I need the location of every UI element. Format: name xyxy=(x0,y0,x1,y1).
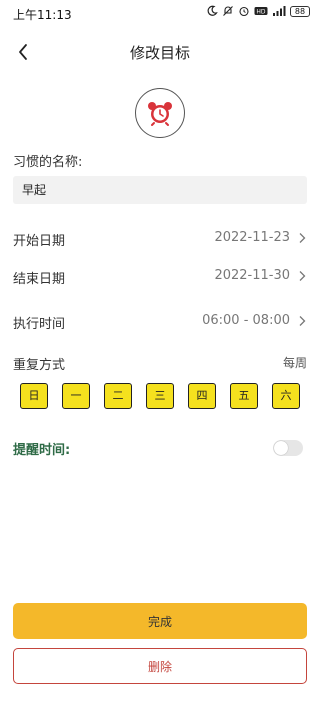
start-date-label: 开始日期 xyxy=(13,234,66,249)
start-date-row[interactable]: 开始日期 2022-11-23 xyxy=(0,224,320,252)
reminder-toggle[interactable] xyxy=(273,440,303,456)
header: 修改目标 xyxy=(0,32,320,70)
start-date-value: 2022-11-23 xyxy=(214,230,290,245)
page-title: 修改目标 xyxy=(129,44,190,62)
day-friday[interactable]: 五 xyxy=(230,383,258,409)
repeat-days: 日 一 二 三 四 五 六 xyxy=(20,383,300,409)
repeat-value[interactable]: 每周 xyxy=(283,354,307,371)
svg-text:HD: HD xyxy=(256,9,266,16)
day-sunday[interactable]: 日 xyxy=(20,383,48,409)
alarm-icon xyxy=(239,6,249,17)
day-tuesday[interactable]: 二 xyxy=(104,383,132,409)
day-saturday[interactable]: 六 xyxy=(272,383,300,409)
day-monday[interactable]: 一 xyxy=(62,383,90,409)
alarm-clock-icon xyxy=(148,102,172,126)
execution-time-label: 执行时间 xyxy=(13,317,66,332)
end-date-row[interactable]: 结束日期 2022-11-30 xyxy=(0,262,320,290)
reminder-label: 提醒时间: xyxy=(13,443,71,458)
chevron-right-icon xyxy=(299,271,306,281)
status-bar: 上午11:13 HD 88 xyxy=(0,0,320,26)
signal-icon xyxy=(273,6,286,16)
delete-button[interactable]: 删除 xyxy=(13,648,307,684)
habit-name-label: 习惯的名称: xyxy=(13,155,83,170)
end-date-value: 2022-11-30 xyxy=(214,268,290,283)
habit-name-input[interactable]: 早起 xyxy=(13,176,307,204)
done-button[interactable]: 完成 xyxy=(13,603,307,639)
edit-goal-screen: 上午11:13 HD 88 修改目标 习惯的名称: 早起 开始日期 2022-1… xyxy=(0,0,320,711)
execution-time-value: 06:00 - 08:00 xyxy=(202,313,290,328)
repeat-label: 重复方式 xyxy=(13,358,66,373)
execution-time-row[interactable]: 执行时间 06:00 - 08:00 xyxy=(0,307,320,335)
hd-icon: HD xyxy=(254,7,268,16)
status-icons: HD 88 xyxy=(206,5,310,17)
status-time: 上午11:13 xyxy=(13,8,72,22)
toggle-knob xyxy=(274,441,288,455)
chevron-right-icon xyxy=(299,233,306,243)
battery-icon: 88 xyxy=(290,5,310,17)
end-date-label: 结束日期 xyxy=(13,272,66,287)
notifications-off-icon xyxy=(223,6,233,16)
day-wednesday[interactable]: 三 xyxy=(146,383,174,409)
chevron-right-icon xyxy=(299,316,306,326)
day-thursday[interactable]: 四 xyxy=(188,383,216,409)
moon-icon xyxy=(207,5,218,16)
habit-icon-picker[interactable] xyxy=(135,88,185,138)
